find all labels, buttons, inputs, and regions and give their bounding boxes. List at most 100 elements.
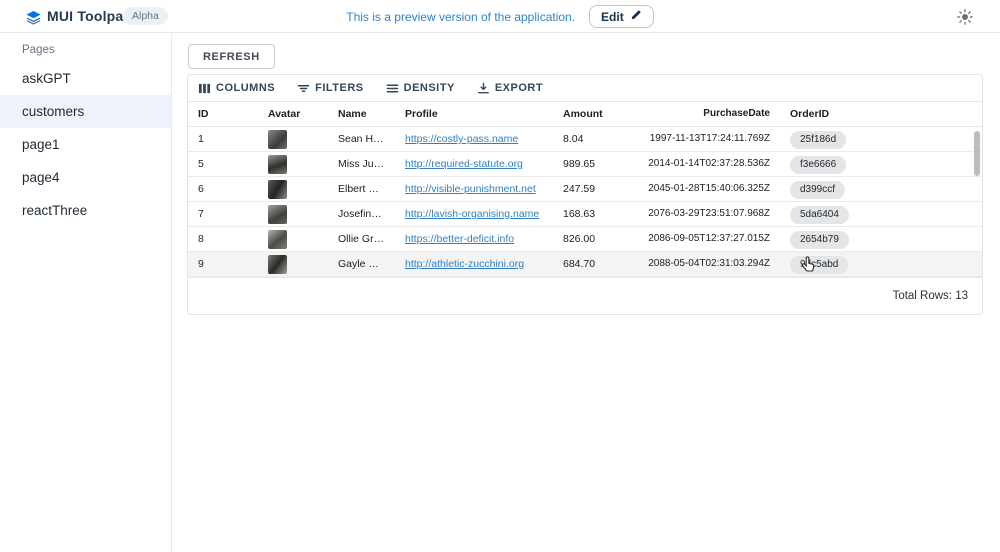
orderid-chip: 9dc5abd: [790, 256, 848, 274]
grid-header-row: ID Avatar Name Profile Amount PurchaseDa…: [188, 101, 982, 127]
cell-orderid: 25f186d: [780, 127, 982, 151]
profile-link[interactable]: http://lavish-organising.name: [405, 208, 539, 220]
sidebar-item-customers[interactable]: customers: [0, 95, 171, 128]
cell-id: 5: [188, 152, 258, 176]
column-header-avatar[interactable]: Avatar: [258, 102, 328, 126]
orderid-chip: d399ccf: [790, 181, 845, 199]
table-row[interactable]: 7 Josefina P… http://lavish-organising.n…: [188, 202, 982, 227]
edit-button[interactable]: Edit: [589, 5, 654, 28]
sidebar-item-label: askGPT: [22, 71, 71, 86]
profile-link[interactable]: http://required-statute.org: [405, 158, 523, 170]
cell-amount: 684.70: [553, 252, 613, 276]
cell-purchasedate: 1997-11-13T17:24:11.769Z: [613, 127, 780, 151]
cell-id: 7: [188, 202, 258, 226]
cell-avatar: [258, 177, 328, 201]
cell-profile: http://required-statute.org: [395, 152, 553, 176]
cell-amount: 168.63: [553, 202, 613, 226]
cell-purchasedate: 2045-01-28T15:40:06.325Z: [613, 177, 780, 201]
profile-link[interactable]: http://athletic-zucchini.org: [405, 258, 524, 270]
cell-purchasedate: 2014-01-14T02:37:28.536Z: [613, 152, 780, 176]
cell-orderid: 2654b79: [780, 227, 982, 251]
avatar: [268, 180, 287, 199]
cell-purchasedate: 2088-05-04T02:31:03.294Z: [613, 252, 780, 276]
column-header-amount[interactable]: Amount: [553, 102, 613, 126]
avatar: [268, 205, 287, 224]
grid-footer: Total Rows: 13: [188, 277, 982, 314]
app-screen: MUI Toolpad Alpha This is a preview vers…: [0, 0, 1000, 552]
cell-id: 1: [188, 127, 258, 151]
cell-avatar: [258, 252, 328, 276]
table-row[interactable]: 1 Sean Harris https://costly-pass.name 8…: [188, 127, 982, 152]
sidebar-item-label: customers: [22, 104, 84, 119]
profile-link[interactable]: https://costly-pass.name: [405, 133, 518, 145]
cell-profile: http://visible-punishment.net: [395, 177, 553, 201]
table-row[interactable]: 6 Elbert McL… http://visible-punishment.…: [188, 177, 982, 202]
column-header-id[interactable]: ID: [188, 102, 258, 126]
cell-name: Ollie Green…: [328, 227, 395, 251]
cell-avatar: [258, 202, 328, 226]
app-bar: MUI Toolpad Alpha This is a preview vers…: [0, 0, 1000, 33]
sidebar-item-label: page4: [22, 170, 60, 185]
data-grid: COLUMNS FILTERS DE: [187, 74, 983, 315]
cell-profile: https://costly-pass.name: [395, 127, 553, 151]
cell-profile: http://athletic-zucchini.org: [395, 252, 553, 276]
edit-button-label: Edit: [601, 10, 624, 24]
sidebar-section-label: Pages: [0, 33, 171, 62]
refresh-button[interactable]: REFRESH: [188, 44, 275, 69]
sidebar-item-page1[interactable]: page1: [0, 128, 171, 161]
sidebar-item-reactThree[interactable]: reactThree: [0, 194, 171, 227]
cell-profile: http://lavish-organising.name: [395, 202, 553, 226]
avatar: [268, 255, 287, 274]
pencil-icon: [630, 9, 642, 24]
cell-avatar: [258, 227, 328, 251]
cell-profile: https://better-deficit.info: [395, 227, 553, 251]
grid-rows: 1 Sean Harris https://costly-pass.name 8…: [188, 127, 982, 277]
column-header-orderid[interactable]: OrderID: [780, 102, 982, 126]
table-row[interactable]: 5 Miss Juan … http://required-statute.or…: [188, 152, 982, 177]
density-button[interactable]: DENSITY: [386, 82, 455, 95]
export-button[interactable]: EXPORT: [477, 82, 543, 95]
profile-link[interactable]: https://better-deficit.info: [405, 233, 514, 245]
sidebar-item-askGPT[interactable]: askGPT: [0, 62, 171, 95]
column-header-profile[interactable]: Profile: [395, 102, 553, 126]
avatar: [268, 130, 287, 149]
sun-icon: [957, 13, 973, 28]
profile-link[interactable]: http://visible-punishment.net: [405, 183, 536, 195]
cell-orderid: f3e6666: [780, 152, 982, 176]
cell-amount: 8.04: [553, 127, 613, 151]
total-rows-label: Total Rows: 13: [893, 290, 968, 302]
avatar: [268, 230, 287, 249]
orderid-chip: 5da6404: [790, 206, 849, 224]
columns-button[interactable]: COLUMNS: [198, 82, 275, 95]
cell-name: Miss Juan …: [328, 152, 395, 176]
theme-toggle-button[interactable]: [957, 9, 973, 25]
orderid-chip: 2654b79: [790, 231, 849, 249]
density-lines-icon: [386, 82, 399, 95]
cell-orderid: d399ccf: [780, 177, 982, 201]
cell-amount: 989.65: [553, 152, 613, 176]
view-columns-icon: [198, 82, 211, 95]
density-button-label: DENSITY: [404, 82, 455, 94]
sidebar-item-page4[interactable]: page4: [0, 161, 171, 194]
vertical-scrollbar-thumb[interactable]: [974, 131, 980, 176]
download-icon: [477, 82, 490, 95]
cell-purchasedate: 2076-03-29T23:51:07.968Z: [613, 202, 780, 226]
sidebar-item-label: page1: [22, 137, 60, 152]
cell-purchasedate: 2086-09-05T12:37:27.015Z: [613, 227, 780, 251]
cell-name: Gayle Den…: [328, 252, 395, 276]
cell-amount: 826.00: [553, 227, 613, 251]
orderid-chip: f3e6666: [790, 156, 846, 174]
column-header-name[interactable]: Name: [328, 102, 395, 126]
orderid-chip: 25f186d: [790, 131, 846, 149]
cell-orderid: 5da6404: [780, 202, 982, 226]
main-content: REFRESH COLUMNS: [172, 33, 1000, 552]
avatar: [268, 155, 287, 174]
table-row[interactable]: 8 Ollie Green… https://better-deficit.in…: [188, 227, 982, 252]
filters-button[interactable]: FILTERS: [297, 82, 364, 95]
cell-orderid: 9dc5abd: [780, 252, 982, 276]
column-header-purchasedate[interactable]: PurchaseDate: [613, 102, 780, 126]
cell-name: Josefina P…: [328, 202, 395, 226]
cell-amount: 247.59: [553, 177, 613, 201]
preview-message: This is a preview version of the applica…: [346, 10, 575, 24]
table-row[interactable]: 9 Gayle Den… http://athletic-zucchini.or…: [188, 252, 982, 277]
